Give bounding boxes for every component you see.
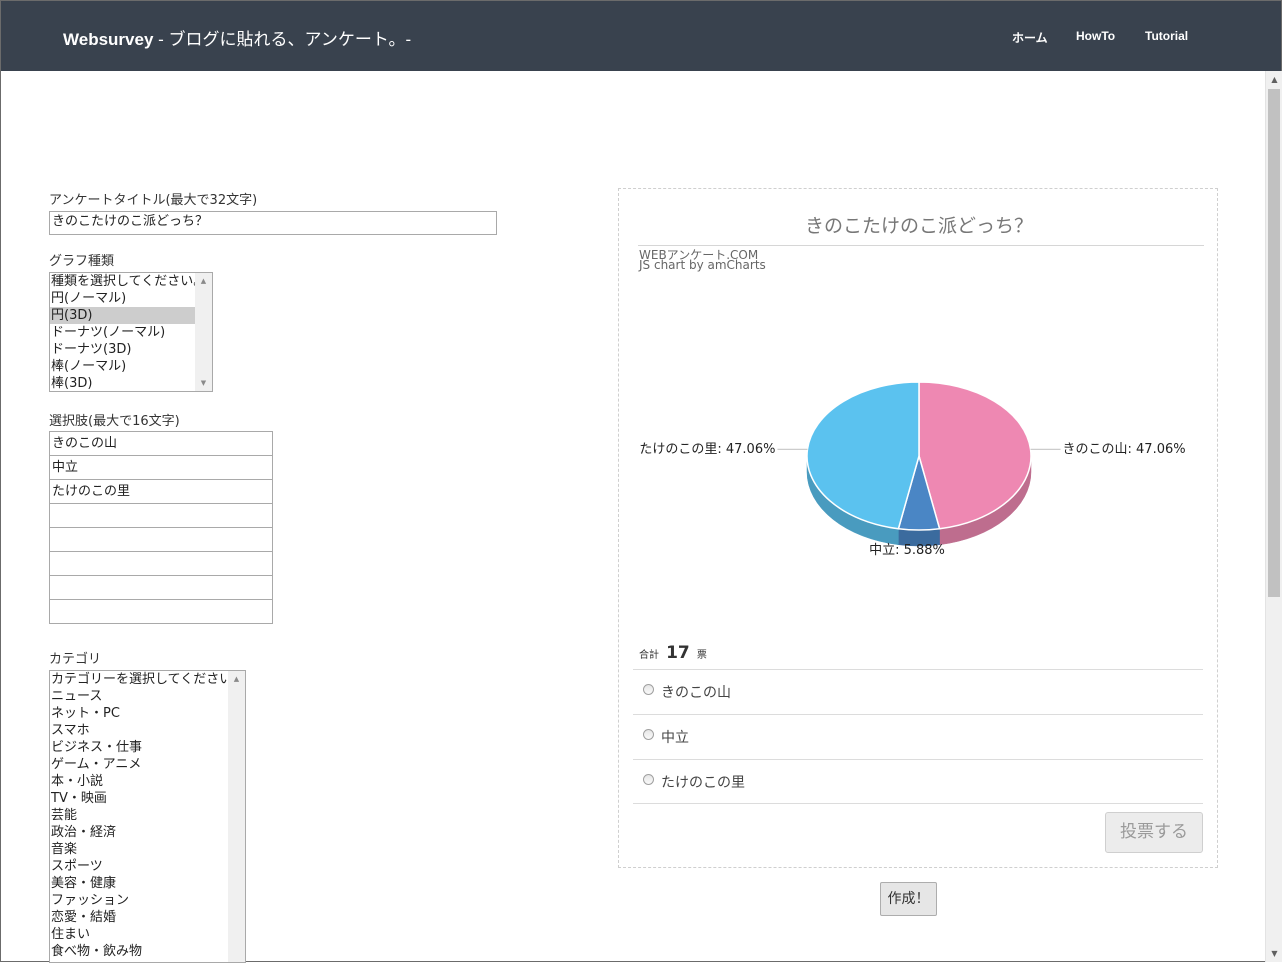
vote-radio[interactable] xyxy=(643,729,654,740)
choice-input[interactable] xyxy=(49,551,273,576)
choice-input[interactable] xyxy=(49,503,273,528)
vote-radio[interactable] xyxy=(643,774,654,785)
brand-name: Websurvey xyxy=(63,30,154,49)
graph-type-label: グラフ種類 xyxy=(49,254,115,269)
vote-option-label[interactable]: きのこの山 xyxy=(661,682,731,702)
nav-link-howto[interactable]: HowTo xyxy=(1076,29,1115,43)
vote-option-label[interactable]: 中立 xyxy=(661,727,689,747)
category-option[interactable]: 美容・健康 xyxy=(50,875,230,892)
category-option[interactable]: 音楽 xyxy=(50,841,230,858)
category-listbox-scrollbar[interactable]: ▲ xyxy=(228,671,245,962)
chart-title: きのこたけのこ派どっち？ xyxy=(804,215,1033,237)
choice-input[interactable] xyxy=(49,575,273,600)
title-input[interactable]: きのこたけのこ派どっち？ xyxy=(49,211,497,235)
scroll-down-arrow-icon[interactable]: ▼ xyxy=(1266,945,1282,962)
pie-data-label: きのこの山: 47.06% xyxy=(1063,442,1186,457)
graph-option[interactable]: ドーナツ(3D) xyxy=(50,341,197,358)
scroll-thumb[interactable] xyxy=(1268,89,1280,597)
vote-button[interactable]: 投票する xyxy=(1105,812,1203,853)
choice-input[interactable]: きのこの山 xyxy=(49,431,273,456)
nav-link-tutorial[interactable]: Tutorial xyxy=(1145,29,1188,43)
category-option[interactable]: 住まい xyxy=(50,926,230,943)
category-option[interactable]: カテゴリーを選択してください。 xyxy=(50,671,245,688)
category-option[interactable]: TV・映画 xyxy=(50,790,230,807)
scroll-up-arrow-icon[interactable]: ▲ xyxy=(1266,71,1282,88)
brand-logo[interactable]: Websurvey - ブログに貼れる、アンケート。- xyxy=(63,25,411,50)
vote-total: 合計 17 票 xyxy=(639,643,707,663)
choice-input[interactable] xyxy=(49,527,273,552)
vote-option-row[interactable]: きのこの山 xyxy=(633,669,1203,714)
choice-input[interactable]: 中立 xyxy=(49,455,273,480)
total-prefix: 合計 xyxy=(639,650,659,661)
scroll-up-arrow-icon[interactable]: ▲ xyxy=(195,277,212,285)
title-label: アンケートタイトル(最大で32文字) xyxy=(49,193,258,208)
category-option[interactable]: 政治・経済 xyxy=(50,824,230,841)
graph-type-listbox[interactable]: 種類を選択してください。 円(ノーマル) 円(3D) ドーナツ(ノーマル) ドー… xyxy=(49,272,213,392)
pie-data-label: たけのこの里: 47.06% xyxy=(639,442,775,457)
nav-link-home[interactable]: ホーム xyxy=(1012,29,1048,46)
category-option[interactable]: ニュース xyxy=(50,688,230,705)
graph-option[interactable]: 棒(ノーマル) xyxy=(50,358,197,375)
graph-option[interactable]: 棒(3D) xyxy=(50,375,197,391)
choice-input[interactable]: たけのこの里 xyxy=(49,479,273,504)
category-option[interactable]: 本・小説 xyxy=(50,773,230,790)
category-option[interactable]: ゲーム・アニメ xyxy=(50,756,230,773)
vote-option-row[interactable]: 中立 xyxy=(633,714,1203,759)
total-count: 17 xyxy=(666,643,690,663)
category-listbox[interactable]: カテゴリーを選択してください。 ニュース ネット・PC スマホ ビジネス・仕事 … xyxy=(49,670,246,963)
credit-amcharts[interactable]: JS chart by amCharts xyxy=(639,258,766,272)
vote-option-row[interactable]: たけのこの里 xyxy=(633,759,1203,804)
category-option[interactable]: ネット・PC xyxy=(50,705,230,722)
choice-input[interactable] xyxy=(49,599,273,624)
category-label: カテゴリ xyxy=(49,652,102,667)
category-option[interactable]: 食べ物・飲み物 xyxy=(50,943,230,960)
choices-label: 選択肢(最大で16文字) xyxy=(49,414,180,429)
category-option[interactable]: ファッション xyxy=(50,892,230,909)
pie-data-label: 中立: 5.88% xyxy=(869,543,945,558)
scroll-up-arrow-icon[interactable]: ▲ xyxy=(228,675,245,683)
category-option[interactable]: 芸能 xyxy=(50,807,230,824)
create-button[interactable]: 作成！ xyxy=(880,882,937,916)
pie-chart: きのこの山: 47.06% 中立: 5.88% たけのこの里: 47.06% xyxy=(639,381,1186,558)
brand-tagline: - ブログに貼れる、アンケート。- xyxy=(153,30,412,49)
graph-option[interactable]: 円(ノーマル) xyxy=(50,290,197,307)
graph-listbox-scrollbar[interactable]: ▲ ▼ xyxy=(195,273,212,391)
vote-option-label[interactable]: たけのこの里 xyxy=(661,772,745,792)
survey-preview: きのこたけのこ派どっち？ WEBアンケート.COM JS chart by am… xyxy=(618,188,1218,868)
graph-option-selected[interactable]: 円(3D) xyxy=(50,307,197,324)
category-option[interactable]: ビジネス・仕事 xyxy=(50,739,230,756)
navbar: Websurvey - ブログに貼れる、アンケート。- ホーム HowTo Tu… xyxy=(1,1,1281,71)
graph-option[interactable]: ドーナツ(ノーマル) xyxy=(50,324,197,341)
vote-radio[interactable] xyxy=(643,684,654,695)
category-option[interactable]: スポーツ xyxy=(50,858,230,875)
category-option[interactable]: 恋愛・結婚 xyxy=(50,909,230,926)
page-scrollbar[interactable]: ▲ ▼ xyxy=(1265,71,1282,962)
category-option[interactable]: スマホ xyxy=(50,722,230,739)
total-suffix: 票 xyxy=(696,650,707,661)
scroll-down-arrow-icon[interactable]: ▼ xyxy=(195,379,212,387)
graph-option[interactable]: 種類を選択してください。 xyxy=(50,273,206,290)
